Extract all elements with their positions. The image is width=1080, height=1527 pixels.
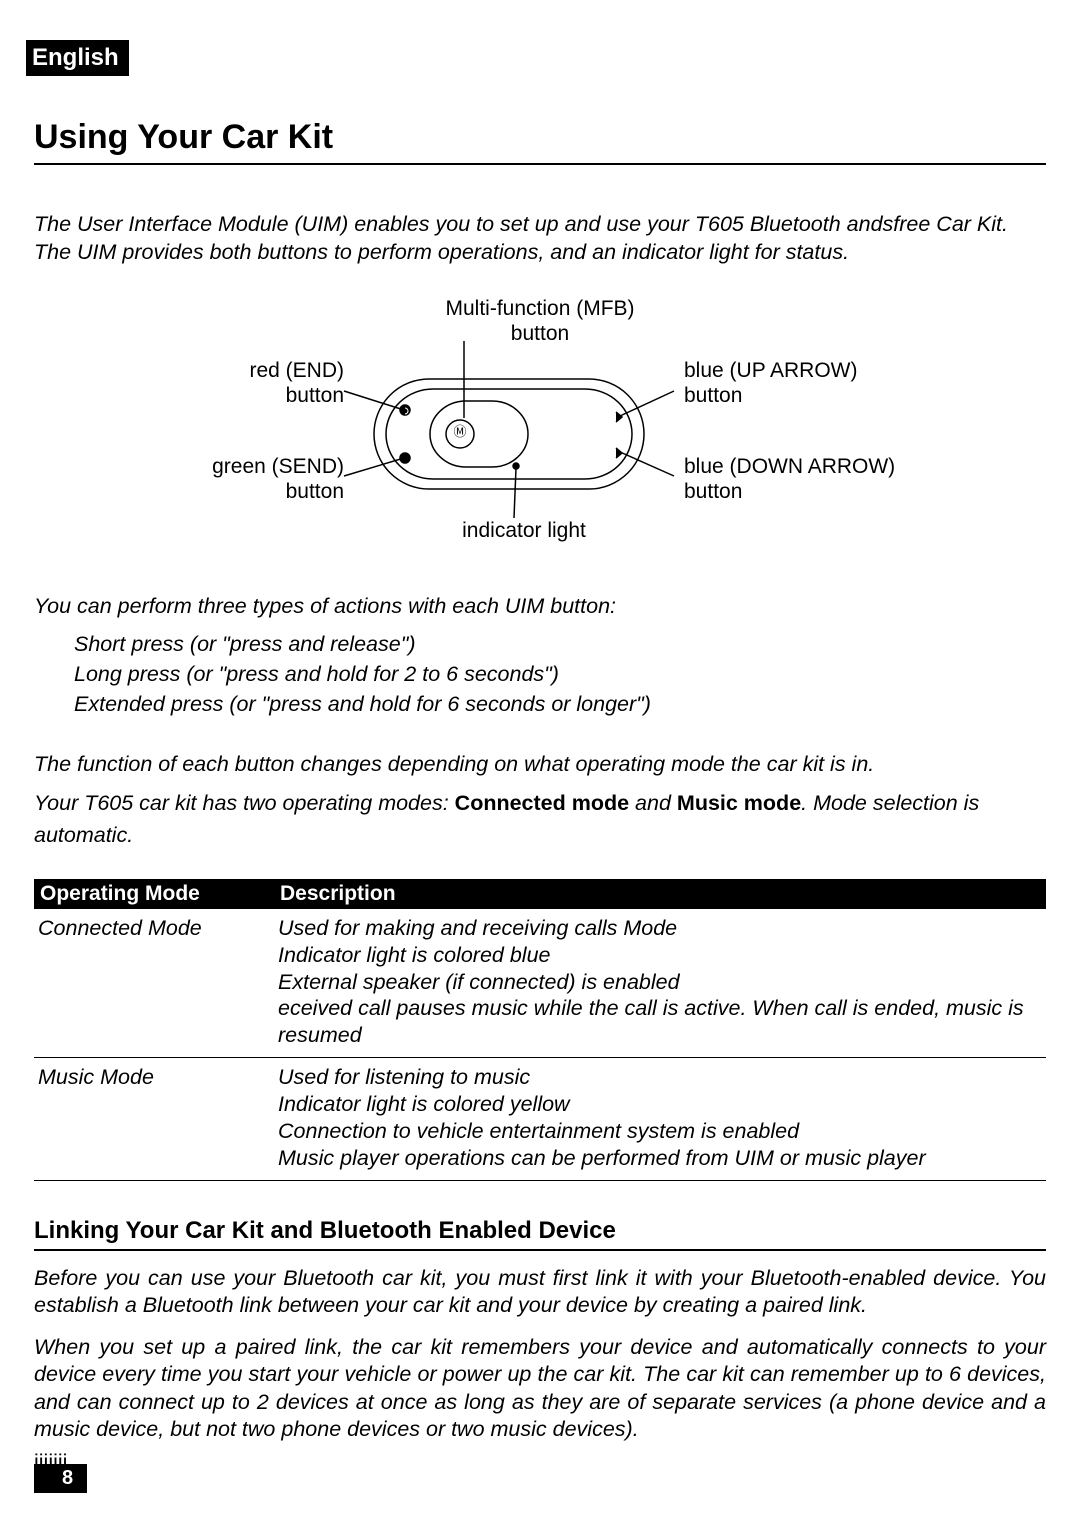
cell-desc: Used for listening to music Indicator li… [274, 1058, 1046, 1181]
mode-paragraph-1: The function of each button changes depe… [34, 749, 1046, 780]
subsection-title: Linking Your Car Kit and Bluetooth Enabl… [34, 1217, 1046, 1251]
action-item: Extended press (or "press and hold for 6… [74, 689, 1046, 719]
language-tag: English [26, 40, 129, 76]
actions-list: Short press (or "press and release") Lon… [34, 629, 1046, 719]
linking-paragraph-1: Before you can use your Bluetooth car ki… [34, 1265, 1046, 1320]
mode-paragraph-2: Your T605 car kit has two operating mode… [34, 788, 1046, 850]
label-red-end: red (END) button [204, 358, 344, 408]
label-mfb: Multi-function (MFB) button [34, 296, 1046, 346]
cell-mode: Connected Mode [34, 909, 274, 1058]
label-indicator: indicator light [424, 518, 624, 543]
th-operating-mode: Operating Mode [34, 879, 274, 909]
th-description: Description [274, 879, 1046, 909]
mfb-logo-icon: Ⓜ [453, 424, 466, 439]
section-title: Using Your Car Kit [34, 118, 1046, 165]
trailing-text: iiiiiii [34, 1450, 1046, 1475]
actions-intro: You can perform three types of actions w… [34, 594, 1046, 619]
action-item: Short press (or "press and release") [74, 629, 1046, 659]
label-green-send: green (SEND) button [184, 454, 344, 504]
table-row: Connected Mode Used for making and recei… [34, 909, 1046, 1058]
label-down-arrow: blue (DOWN ARROW) button [684, 454, 944, 504]
operating-mode-table: Operating Mode Description Connected Mod… [34, 879, 1046, 1181]
cell-mode: Music Mode [34, 1058, 274, 1181]
intro-paragraph: The User Interface Module (UIM) enables … [34, 211, 1046, 266]
table-row: Music Mode Used for listening to music I… [34, 1058, 1046, 1181]
page-number: 8 [34, 1464, 87, 1493]
label-up-arrow: blue (UP ARROW) button [684, 358, 904, 408]
linking-paragraph-2: When you set up a paired link, the car k… [34, 1334, 1046, 1444]
table-header-row: Operating Mode Description [34, 879, 1046, 909]
action-item: Long press (or "press and hold for 2 to … [74, 659, 1046, 689]
cell-desc: Used for making and receiving calls Mode… [274, 909, 1046, 1058]
uim-diagram: Ⓜ Multi-function (MFB) button red (END) … [34, 296, 1046, 566]
